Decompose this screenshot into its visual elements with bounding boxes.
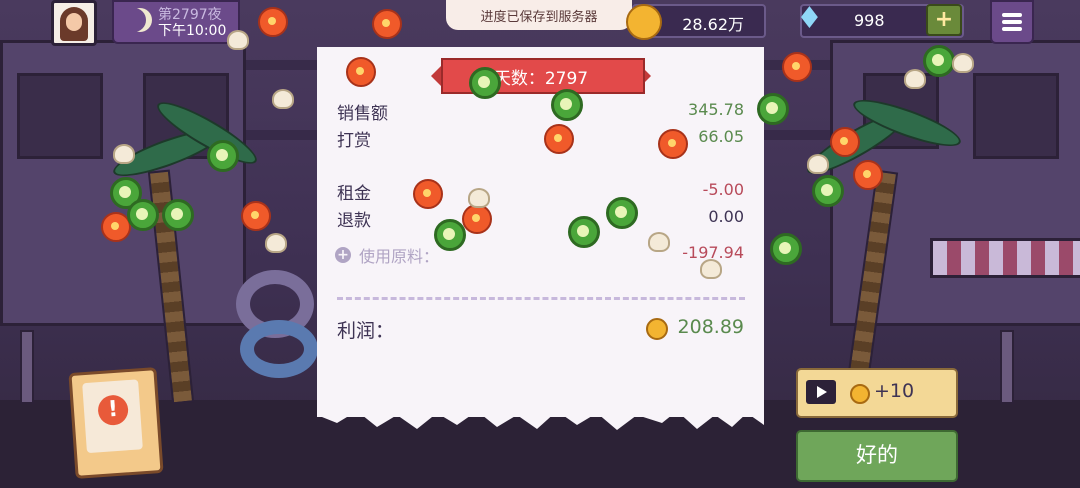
tomato-slice [782, 52, 812, 82]
jalapeno-slice [551, 89, 583, 121]
swim-ring [240, 320, 318, 378]
moon-icon [122, 8, 146, 32]
tomato-slice [853, 160, 883, 190]
add-gems-button[interactable]: + [926, 4, 962, 36]
rent-label: 租金 [337, 184, 371, 204]
jalapeno-slice [434, 219, 466, 251]
jalapeno-slice [812, 175, 844, 207]
coin-icon [850, 384, 870, 404]
profit-label: 利润： [337, 320, 395, 342]
tomato-slice [241, 201, 271, 231]
materials-toggle[interactable]: + 使用原料： [335, 243, 439, 267]
tomato-slice [830, 127, 860, 157]
tomato-slice [346, 57, 376, 87]
plus-icon: + [335, 247, 351, 263]
materials-label: 使用原料： [359, 247, 440, 266]
refund-value: 0.00 [708, 207, 744, 226]
play-icon [806, 380, 836, 404]
jalapeno-slice [162, 199, 194, 231]
save-toast: 进度已保存到服务器 [446, 0, 632, 30]
ok-button[interactable]: 好的 [796, 430, 958, 482]
gem-value: 998 [854, 11, 885, 30]
garlic-clove [272, 89, 294, 109]
coin-counter: 28.62万 [626, 4, 766, 40]
garlic-clove [807, 154, 829, 174]
garlic-clove [952, 53, 974, 73]
diamond-icon: ♦ [796, 1, 823, 36]
player-avatar[interactable] [51, 0, 97, 46]
alert-card[interactable]: ! [68, 367, 164, 479]
coin-icon [646, 318, 668, 340]
jalapeno-slice [568, 216, 600, 248]
jalapeno-slice [923, 45, 955, 77]
jalapeno-slice [127, 199, 159, 231]
watch-ad-button[interactable]: +10 [796, 368, 958, 418]
coin-icon [626, 4, 662, 40]
garlic-clove [265, 233, 287, 253]
tomato-slice [413, 179, 443, 209]
tips-value: 66.05 [698, 127, 744, 146]
receipt-torn-edge [317, 405, 764, 430]
sales-value: 345.78 [688, 100, 744, 119]
ad-reward-label: +10 [874, 380, 915, 402]
day-time-panel: 第2797夜 下午10:00 [112, 0, 240, 44]
striped-awning [930, 238, 1080, 278]
jalapeno-slice [757, 93, 789, 125]
tomato-slice [658, 129, 688, 159]
jalapeno-slice [770, 233, 802, 265]
alert-icon: ! [97, 394, 130, 427]
coin-value: 28.62万 [682, 15, 744, 34]
tomato-slice [462, 204, 492, 234]
tips-label: 打赏 [337, 131, 371, 151]
time-label: 下午10:00 [158, 23, 227, 39]
garlic-clove [113, 144, 135, 164]
garlic-clove [468, 188, 490, 208]
garlic-clove [648, 232, 670, 252]
jalapeno-slice [606, 197, 638, 229]
garlic-clove [904, 69, 926, 89]
rent-value: -5.00 [702, 180, 744, 199]
day-banner: 天数：2797 [431, 58, 651, 94]
garlic-clove [700, 259, 722, 279]
garlic-clove [227, 30, 249, 50]
menu-button[interactable] [990, 0, 1034, 44]
tomato-slice [372, 9, 402, 39]
tomato-slice [258, 7, 288, 37]
receipt-divider [337, 297, 745, 300]
sales-label: 销售额 [337, 104, 388, 124]
menu-icon [1002, 13, 1022, 17]
jalapeno-slice [207, 140, 239, 172]
profit-value: 208.89 [677, 316, 744, 338]
refund-label: 退款 [337, 211, 371, 231]
jalapeno-slice [469, 67, 501, 99]
tomato-slice [544, 124, 574, 154]
